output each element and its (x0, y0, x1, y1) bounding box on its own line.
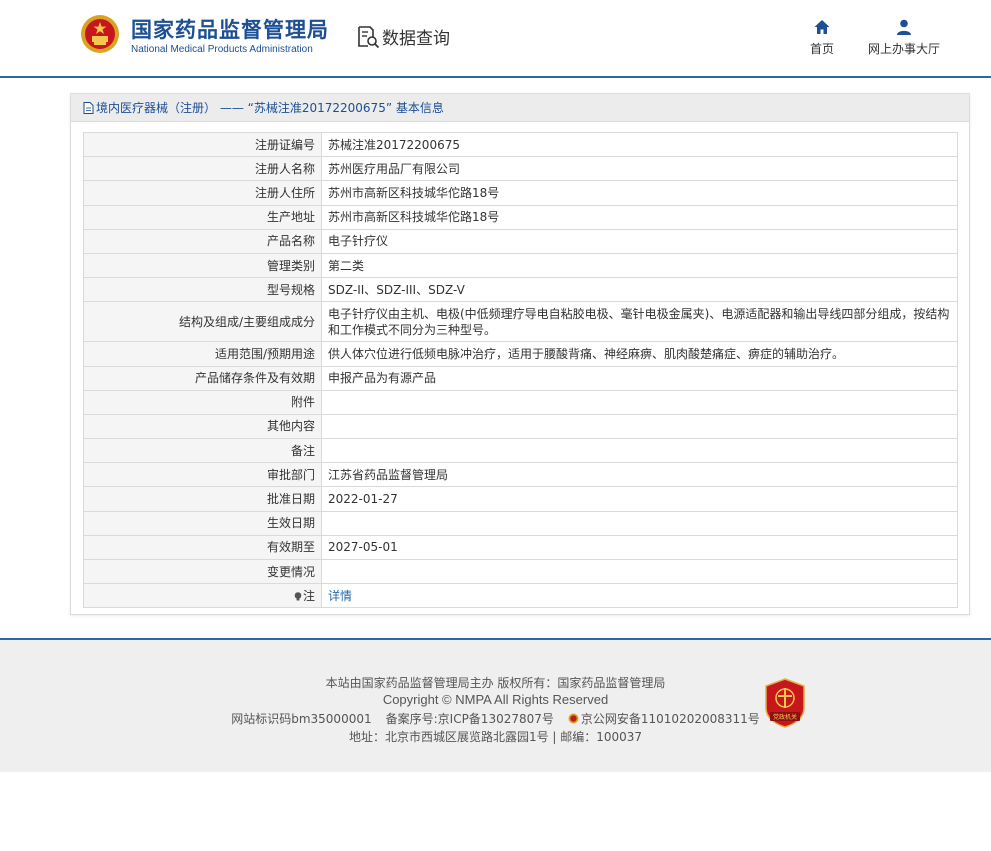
badge-label: 党政机关 (773, 713, 797, 721)
note-label-cell: 注 (83, 583, 322, 609)
field-value (321, 558, 958, 585)
table-row: 产品名称 电子针疗仪 (83, 228, 958, 254)
footer-copyright: Copyright © NMPA All Rights Reserved (382, 692, 609, 707)
field-value (321, 510, 958, 536)
field-value: 申报产品为有源产品 (321, 365, 958, 391)
panel-title-bar: 境内医疗器械（注册） —— “苏械注准20172200675” 基本信息 (71, 94, 969, 122)
table-row: 批准日期 2022-01-27 (83, 486, 958, 512)
note-value-cell: 详情 (321, 583, 958, 609)
table-row: 管理类别 第二类 (83, 252, 958, 279)
nav-online-hall[interactable]: 网上办事大厅 (862, 18, 946, 57)
nav-online-hall-label: 网上办事大厅 (867, 42, 940, 56)
footer-sponsor: 本站由国家药品监督管理局主办 版权所有：国家药品监督管理局 (325, 676, 666, 690)
table-row: 附件 (83, 389, 958, 415)
field-value: SDZ-II、SDZ-III、SDZ-V (321, 277, 958, 303)
field-value: 苏州市高新区科技城华佗路18号 (321, 180, 958, 206)
document-icon (83, 101, 94, 114)
footer-police-link[interactable]: 京公网安备11010202008311号 (581, 712, 760, 726)
field-label: 其他内容 (83, 413, 322, 440)
data-query-link[interactable]: 数据查询 (356, 24, 450, 49)
nav-home-label: 首页 (809, 42, 834, 56)
field-label: 注册人名称 (83, 156, 322, 182)
field-label: 管理类别 (83, 252, 322, 279)
field-label: 结构及组成/主要组成成分 (83, 301, 322, 343)
table-row: 有效期至 2027-05-01 (83, 534, 958, 561)
field-value (321, 389, 958, 415)
table-row: 其他内容 (83, 413, 958, 440)
table-row: 生效日期 (83, 510, 958, 536)
footer-site-id: 网站标识码bm35000001 (231, 712, 372, 726)
footer-registration: 网站标识码bm35000001 备案序号:京ICP备13027807号 京公网安备… (0, 710, 991, 727)
home-icon (814, 20, 830, 34)
nav-home[interactable]: 首页 (802, 18, 842, 57)
table-row: 产品储存条件及有效期 申报产品为有源产品 (83, 365, 958, 391)
org-name-cn[interactable]: 国家药品监督管理局 (131, 14, 329, 44)
table-row: 生产地址 苏州市高新区科技城华佗路18号 (83, 204, 958, 230)
site-header: 国家药品监督管理局 National Medical Products Admi… (0, 0, 991, 78)
field-label: 生效日期 (83, 510, 322, 536)
field-value: 2022-01-27 (321, 486, 958, 512)
field-value: 电子针疗仪 (321, 228, 958, 254)
details-link[interactable]: 详情 (328, 589, 352, 603)
table-row: 注册证编号 苏械注准20172200675 (83, 131, 958, 158)
field-value: 供人体穴位进行低频电脉冲治疗，适用于腰酸背痛、神经麻痹、肌肉酸楚痛症、痹症的辅助… (321, 341, 958, 367)
site-footer: 本站由国家药品监督管理局主办 版权所有：国家药品监督管理局 Copyright … (0, 638, 991, 772)
field-label: 备注 (83, 438, 322, 464)
field-label: 注册证编号 (83, 131, 322, 158)
field-label: 有效期至 (83, 534, 322, 561)
document-search-icon (358, 25, 380, 48)
footer-address: 地址：北京市西城区展览路北露园1号 | 邮编：100037 (348, 730, 643, 744)
field-value (321, 438, 958, 464)
registration-info-panel: 境内医疗器械（注册） —— “苏械注准20172200675” 基本信息 注册证… (70, 93, 970, 615)
field-label: 产品名称 (83, 228, 322, 254)
field-label: 适用范围/预期用途 (83, 341, 322, 367)
field-label: 产品储存条件及有效期 (83, 365, 322, 391)
data-query-label: 数据查询 (382, 29, 450, 49)
field-value: 苏州市高新区科技城华佗路18号 (321, 204, 958, 230)
table-row: 结构及组成/主要组成成分 电子针疗仪由主机、电极(中低频理疗导电自粘胶电极、毫针电… (83, 301, 958, 343)
table-row: 注册人住所 苏州市高新区科技城华佗路18号 (83, 180, 958, 206)
field-value: 苏械注准20172200675 (321, 131, 958, 158)
field-label: 附件 (83, 389, 322, 415)
panel-breadcrumb: 境内医疗器械（注册） —— “苏械注准20172200675” 基本信息 (96, 101, 444, 115)
field-label: 型号规格 (83, 277, 322, 303)
note-label: 注 (302, 588, 315, 603)
field-label: 生产地址 (83, 204, 322, 230)
national-emblem-icon[interactable] (80, 14, 120, 54)
government-agency-badge-icon[interactable]: 党政机关 (764, 678, 806, 728)
field-value: 第二类 (321, 252, 958, 279)
police-badge-icon (568, 713, 579, 724)
user-icon (897, 19, 911, 35)
table-row: 注册人名称 苏州医疗用品厂有限公司 (83, 156, 958, 182)
field-label: 批准日期 (83, 486, 322, 512)
footer-icp-link[interactable]: 备案序号:京ICP备13027807号 (386, 712, 554, 726)
org-name-en[interactable]: National Medical Products Administration (131, 44, 313, 55)
table-row: 变更情况 (83, 558, 958, 585)
field-label: 审批部门 (83, 462, 322, 488)
field-label: 注册人住所 (83, 180, 322, 206)
lightbulb-icon (294, 591, 302, 601)
field-value (321, 413, 958, 440)
field-value: 江苏省药品监督管理局 (321, 462, 958, 488)
field-value: 苏州医疗用品厂有限公司 (321, 156, 958, 182)
field-label: 变更情况 (83, 558, 322, 585)
table-row: 审批部门 江苏省药品监督管理局 (83, 462, 958, 488)
field-value: 电子针疗仪由主机、电极(中低频理疗导电自粘胶电极、毫针电极金属夹)、电源适配器和… (321, 301, 958, 343)
registration-info-table: 注册证编号 苏械注准20172200675 注册人名称 苏州医疗用品厂有限公司 注册… (83, 131, 958, 609)
field-value: 2027-05-01 (321, 534, 958, 561)
table-row: 备注 (83, 438, 958, 464)
table-row: 适用范围/预期用途 供人体穴位进行低频电脉冲治疗，适用于腰酸背痛、神经麻痹、肌肉酸… (83, 341, 958, 367)
table-row: 注 详情 (83, 583, 958, 609)
table-row: 型号规格 SDZ-II、SDZ-III、SDZ-V (83, 277, 958, 303)
